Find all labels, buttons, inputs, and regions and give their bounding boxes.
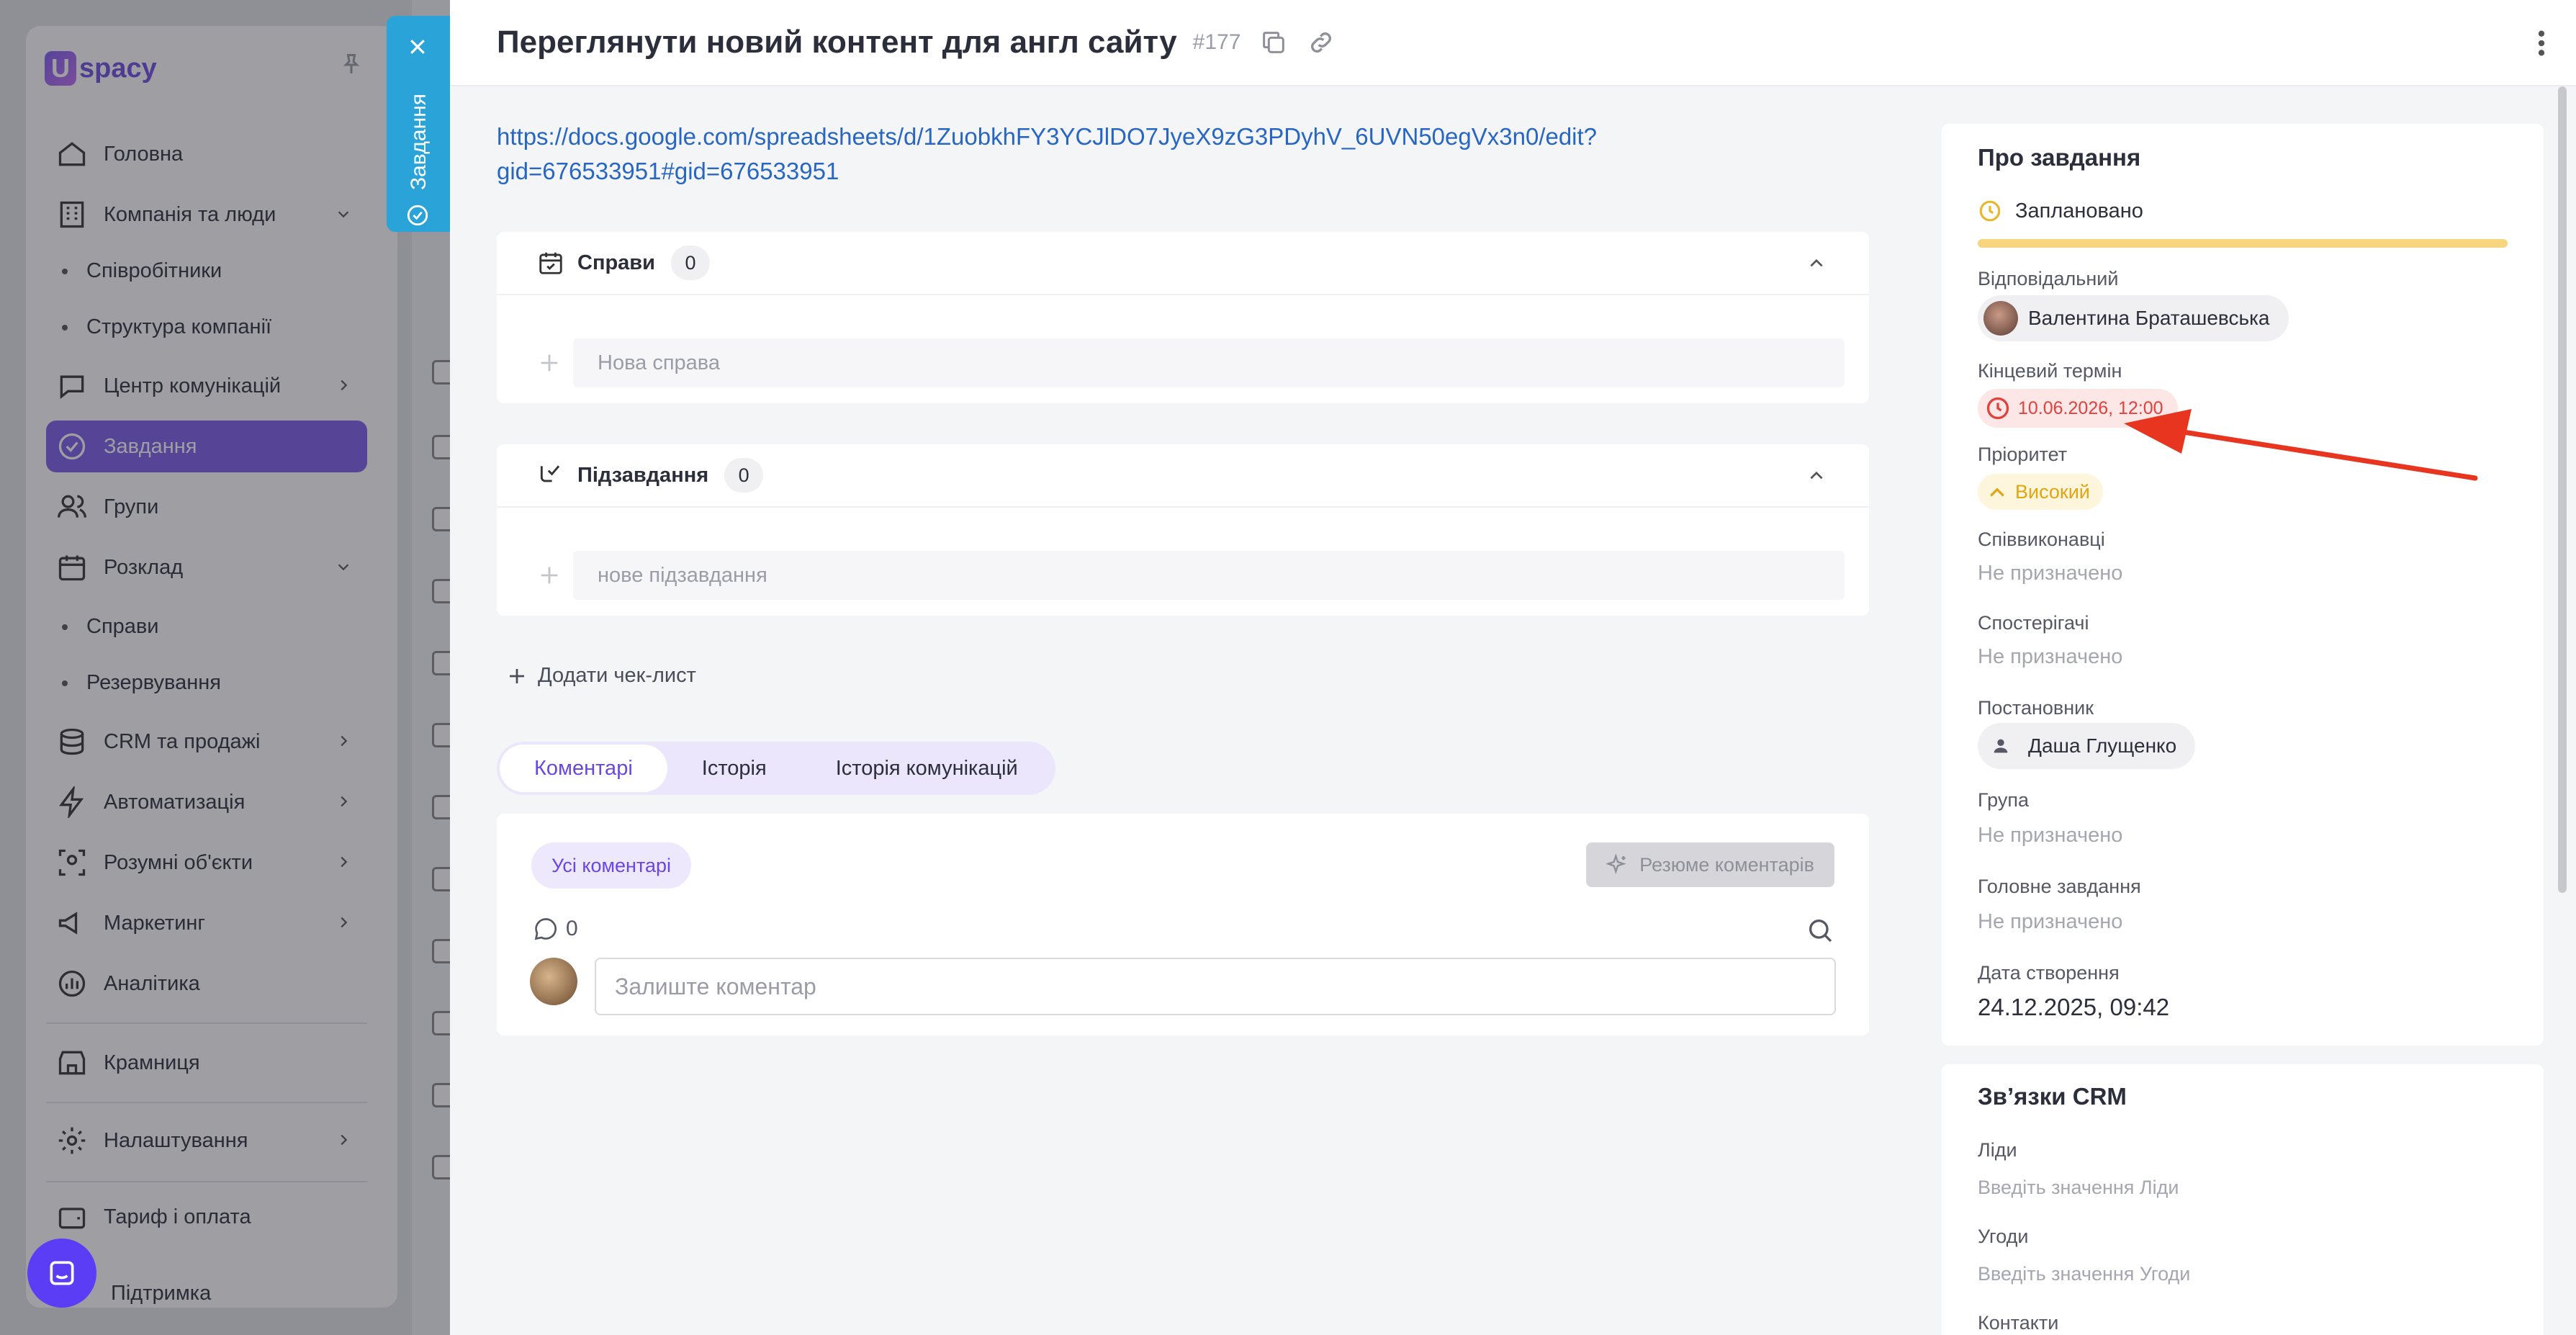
add-checklist-label: Додати чек-лист (538, 664, 696, 687)
annotation-arrow (2124, 409, 2478, 481)
group-label: Група (1978, 789, 2029, 811)
link-icon[interactable] (1307, 28, 1336, 57)
creator-label: Постановник (1978, 697, 2094, 719)
comment-bubble-icon (534, 918, 557, 940)
new-todo-input[interactable]: Нова справа (573, 338, 1845, 387)
chevron-up-icon[interactable] (1807, 255, 1826, 271)
responsible-label: Відповідальний (1978, 268, 2119, 289)
new-todo-row: Нова справа (537, 338, 1845, 387)
subtasks-header[interactable]: Підзавдання 0 (497, 444, 1869, 508)
subtasks-title: Підзавдання (577, 463, 709, 487)
parent-task-value[interactable]: Не призначено (1978, 910, 2122, 934)
copy-icon[interactable] (1259, 28, 1288, 57)
support-chat-button[interactable] (27, 1239, 96, 1308)
subtask-icon (540, 465, 560, 482)
sparkle-icon (1606, 853, 1627, 875)
deadline-label: Кінцевий термін (1978, 360, 2122, 382)
comment-input[interactable]: Залиште коментар (595, 958, 1836, 1015)
priority-label: Пріоритет (1978, 444, 2068, 465)
crm-links-title: Зв’язки CRM (1978, 1083, 2127, 1110)
todos-section: Справи 0 Нова справа (497, 232, 1869, 403)
status-progress-bar (1978, 239, 2508, 248)
chevron-up-icon (1990, 487, 2004, 497)
parent-task-label: Головне завдання (1978, 876, 2141, 897)
new-subtask-input[interactable]: нове підзавдання (573, 551, 1845, 600)
responsible-name: Валентина Браташевська (2028, 307, 2270, 329)
add-checklist-button[interactable]: Додати чек-лист (506, 664, 696, 688)
task-number: #177 (1192, 30, 1241, 54)
task-header: Переглянути новий контент для англ сайту… (450, 0, 2576, 86)
tasks-drawer-tab[interactable]: Завдання (387, 16, 450, 232)
creator-chip[interactable]: Даша Глущенко (1978, 723, 2196, 769)
tab-comments[interactable]: Коментарі (500, 745, 667, 792)
comment-count-value: 0 (566, 917, 578, 940)
task-clock-icon (407, 204, 428, 226)
drawer-tab-label: Завдання (407, 94, 431, 190)
todos-title: Справи (577, 251, 655, 274)
deals-label: Угоди (1978, 1226, 2029, 1247)
person-icon (1983, 729, 2018, 763)
deals-input[interactable]: Введіть значення Угоди (1978, 1263, 2190, 1285)
created-value: 24.12.2025, 09:42 (1978, 994, 2170, 1020)
task-details-panel: Про завдання Заплановано Відповідальний … (1942, 124, 2544, 1046)
new-subtask-row: нове підзавдання (537, 551, 1845, 600)
priority-value: Високий (2015, 480, 2090, 503)
todos-header[interactable]: Справи 0 (497, 232, 1869, 295)
activity-tabs: Коментарі Історія Історія комунікацій (497, 742, 1055, 795)
alarm-clock-icon (1986, 397, 2009, 420)
subtasks-count: 0 (724, 458, 764, 493)
leads-label: Ліди (1978, 1139, 2017, 1161)
search-icon[interactable] (1806, 916, 1834, 945)
observers-label: Спостерігачі (1978, 612, 2089, 634)
all-comments-filter[interactable]: Усі коментарі (531, 842, 692, 889)
status-indicator[interactable]: Заплановано (1978, 199, 2143, 223)
comments-summary-button[interactable]: Резюме коментарів (1586, 842, 1834, 887)
todos-count: 0 (670, 246, 710, 280)
contacts-label: Контакти (1978, 1312, 2059, 1334)
task-details-title: Про завдання (1978, 144, 2141, 171)
summary-button-label: Резюме коментарів (1639, 853, 1814, 876)
current-user-avatar (530, 958, 577, 1005)
comment-count: 0 (533, 916, 578, 942)
coexecutors-label: Співвиконавці (1978, 529, 2105, 550)
status-label: Заплановано (2015, 199, 2143, 223)
chat-bubble-icon (50, 1261, 74, 1285)
created-label: Дата створення (1978, 962, 2120, 984)
plus-icon (510, 668, 524, 683)
responsible-chip[interactable]: Валентина Браташевська (1978, 295, 2289, 341)
task-description-link[interactable]: https://docs.google.com/spreadsheets/d/1… (497, 120, 1735, 189)
priority-chip[interactable]: Високий (1978, 474, 2103, 510)
tab-history[interactable]: Історія (667, 745, 801, 792)
drawer-scrollbar[interactable] (2558, 86, 2567, 893)
leads-input[interactable]: Введіть значення Ліди (1978, 1177, 2179, 1199)
clock-icon (1979, 200, 2001, 222)
crm-links-panel: Зв’язки CRM Ліди Введіть значення Ліди У… (1942, 1064, 2544, 1335)
task-drawer: Переглянути новий контент для англ сайту… (450, 0, 2576, 1335)
task-title[interactable]: Переглянути новий контент для англ сайту (497, 24, 1177, 60)
calendar-check-icon (539, 252, 562, 274)
more-options-icon[interactable] (2536, 29, 2547, 58)
close-icon[interactable] (407, 36, 428, 58)
comments-panel: Усі коментарі Резюме коментарів 0 Залишт… (497, 814, 1869, 1035)
plus-icon (541, 567, 558, 584)
group-value[interactable]: Не призначено (1978, 824, 2122, 848)
tab-communications-history[interactable]: Історія комунікацій (801, 745, 1053, 792)
subtasks-section: Підзавдання 0 нове підзавдання (497, 444, 1869, 616)
plus-icon (541, 354, 558, 372)
creator-name: Даша Глущенко (2028, 734, 2177, 757)
coexecutors-value[interactable]: Не призначено (1978, 562, 2122, 585)
chevron-up-icon[interactable] (1807, 467, 1826, 483)
avatar (1983, 301, 2018, 336)
observers-value[interactable]: Не призначено (1978, 645, 2122, 669)
